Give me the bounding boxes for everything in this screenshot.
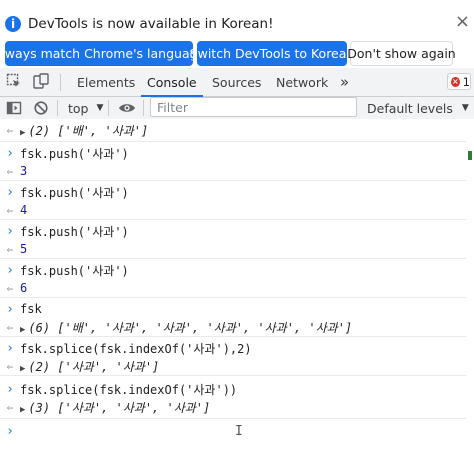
console-entry: › fsk.push('사과') ⇐ 5	[0, 220, 474, 259]
dropdown-arrow-icon: ▼	[96, 103, 104, 113]
return-arrow-icon: ⇐	[6, 400, 14, 414]
console-result[interactable]: ▶ (2) ['사과', '사과']	[20, 358, 159, 375]
return-arrow-icon: ⇐	[6, 203, 14, 217]
toolbar-divider	[108, 100, 109, 116]
console-entry: › fsk.push('사과') ⇐ 6	[0, 259, 474, 298]
more-tabs-icon[interactable]: »	[340, 68, 349, 96]
console-input: fsk.push('사과')	[20, 224, 129, 239]
console-result: 5	[20, 242, 28, 256]
console-input: fsk.splice(fsk.indexOf('사과'))	[20, 382, 238, 397]
input-prompt-icon: ›	[6, 223, 14, 239]
console-input: fsk.push('사과')	[20, 185, 129, 200]
return-arrow-icon: ⇐	[6, 164, 14, 178]
input-prompt-icon: ›	[6, 381, 14, 397]
return-arrow-icon: ⇐	[6, 242, 14, 256]
error-icon: ×	[451, 76, 460, 87]
tab-elements[interactable]: Elements	[77, 68, 135, 96]
console-input-line: › fsk	[0, 300, 42, 318]
scroll-marker	[468, 151, 472, 160]
console-result[interactable]: ▶ (3) ['사과', '사과', '사과']	[20, 399, 210, 416]
console-entry: › fsk.splice(fsk.indexOf('사과'),2) ⇐ ▶ (2)…	[0, 337, 474, 376]
console-result-line: ⇐ 4	[0, 201, 28, 219]
result-text: (6) ['배', '사과', '사과', '사과', '사과', '사과']	[28, 320, 353, 335]
toolbar-divider	[57, 100, 58, 116]
filter-placeholder: Filter	[157, 99, 188, 115]
console-input: fsk.push('사과')	[20, 263, 129, 278]
tab-sources[interactable]: Sources	[212, 68, 261, 96]
eye-icon[interactable]	[118, 100, 136, 116]
infobar-message-row: i DevTools is now available in Korean!	[5, 14, 274, 34]
console-input: fsk	[20, 302, 42, 316]
console-entry: › fsk.splice(fsk.indexOf('사과')) ⇐ ▶ (3) […	[0, 376, 474, 419]
return-arrow-icon: ⇐	[6, 123, 14, 137]
result-text: (2) ['배', '사과']	[28, 123, 149, 138]
tabbar-divider	[60, 74, 61, 91]
dont-show-again-button[interactable]: Don't show again	[347, 41, 456, 66]
close-icon[interactable]: ×	[455, 12, 470, 32]
console-input-line: › fsk.push('사과')	[0, 261, 129, 279]
return-arrow-icon: ⇐	[6, 320, 14, 334]
error-count-badge[interactable]: × 1	[447, 73, 471, 90]
console-input: fsk.push('사과')	[20, 146, 129, 161]
toolbar-divider	[143, 100, 144, 116]
dropdown-arrow-icon: ▼	[461, 103, 469, 113]
console-output[interactable]: ⇐ ▶ (2) ['배', '사과'] › fsk.push('사과') ⇐ 3 …	[0, 119, 474, 467]
switch-to-korean-button[interactable]: Switch DevTools to Korean	[190, 41, 354, 66]
console-entry: › fsk ⇐ ▶ (6) ['배', '사과', '사과', '사과', '사과…	[0, 298, 474, 337]
device-toolbar-icon[interactable]	[33, 73, 49, 89]
tab-network[interactable]: Network	[276, 68, 328, 96]
console-result[interactable]: ▶ (6) ['배', '사과', '사과', '사과', '사과', '사과']	[20, 319, 352, 336]
console-result-line: ⇐ ▶ (3) ['사과', '사과', '사과']	[0, 398, 211, 416]
console-scrollbar[interactable]	[466, 119, 474, 467]
console-result: 6	[20, 281, 28, 295]
context-label: top	[68, 100, 89, 116]
console-input-line: › fsk.push('사과')	[0, 144, 129, 162]
return-arrow-icon: ⇐	[6, 359, 14, 373]
return-arrow-icon: ⇐	[6, 281, 14, 295]
language-infobar: i DevTools is now available in Korean! ×…	[0, 0, 474, 72]
console-result-line: ⇐ 5	[0, 240, 28, 258]
always-match-language-button[interactable]: Always match Chrome's language	[0, 41, 205, 66]
info-icon: i	[5, 16, 21, 32]
console-filter-input[interactable]: Filter	[150, 97, 357, 117]
input-prompt-icon: ›	[6, 145, 14, 161]
console-entry: › fsk.push('사과') ⇐ 4	[0, 181, 474, 220]
text-cursor-icon: I	[235, 424, 243, 439]
console-input-line: › fsk.push('사과')	[0, 183, 129, 201]
context-selector[interactable]: top ▼	[68, 99, 103, 117]
console-entry: › fsk.push('사과') ⇐ 3	[0, 142, 474, 181]
console-input-line: › fsk.splice(fsk.indexOf('사과'))	[0, 380, 237, 398]
console-result-line: ⇐ ▶ (2) ['사과', '사과']	[0, 357, 160, 375]
console-input-line: › fsk.splice(fsk.indexOf('사과'),2)	[0, 339, 252, 357]
log-levels-dropdown[interactable]: Default levels ▼	[367, 99, 469, 117]
input-prompt-icon: ›	[6, 262, 14, 278]
console-entry: ⇐ ▶ (2) ['배', '사과']	[0, 119, 474, 142]
clear-console-icon[interactable]	[33, 100, 49, 116]
console-input: fsk.splice(fsk.indexOf('사과'),2)	[20, 341, 252, 356]
input-prompt-icon: ›	[6, 184, 14, 200]
console-prompt-line[interactable]: ›	[0, 422, 20, 440]
console-result-line: ⇐ 6	[0, 279, 28, 297]
input-prompt-icon: ›	[6, 301, 14, 317]
error-count: 1	[462, 74, 470, 89]
tab-console[interactable]: Console	[141, 68, 203, 97]
console-result: 3	[20, 164, 28, 178]
console-input-line: › fsk.push('사과')	[0, 222, 129, 240]
console-result-line: ⇐ 3	[0, 162, 28, 180]
inspect-element-icon[interactable]	[6, 73, 22, 89]
devtools-tabbar: Elements Console Sources Network »	[0, 68, 474, 97]
result-text: (3) ['사과', '사과', '사과']	[28, 400, 211, 415]
console-result[interactable]: ▶ (2) ['배', '사과']	[20, 122, 148, 139]
input-prompt-icon: ›	[6, 423, 14, 439]
log-levels-label: Default levels	[367, 100, 453, 116]
console-result-line: ⇐ ▶ (6) ['배', '사과', '사과', '사과', '사과', '사과…	[0, 318, 352, 336]
sidebar-toggle-icon[interactable]	[6, 100, 22, 116]
console-result: 4	[20, 203, 28, 217]
input-prompt-icon: ›	[6, 340, 14, 356]
console-result-line: ⇐ ▶ (2) ['배', '사과']	[0, 121, 149, 139]
infobar-message: DevTools is now available in Korean!	[28, 16, 274, 32]
result-text: (2) ['사과', '사과']	[28, 359, 160, 374]
